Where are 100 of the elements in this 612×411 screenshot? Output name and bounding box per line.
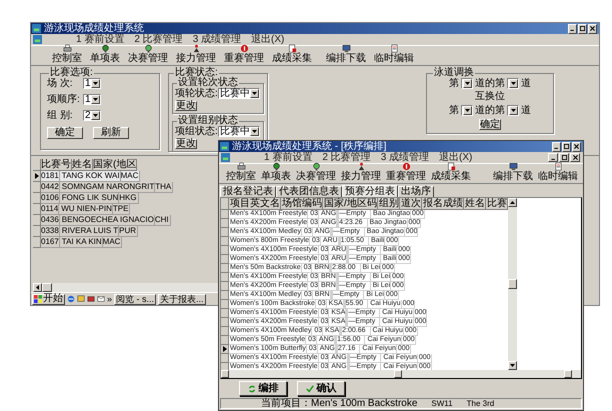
scroll-thumb[interactable] [42,283,52,292]
tab[interactable]: 预赛分组表 [342,185,398,197]
column-header[interactable]: 组别 [378,198,400,210]
scroll-thumb[interactable] [508,279,517,289]
dropdown[interactable]: 比赛中 [218,126,260,137]
toolbar-button[interactable]: 重赛管理 [223,44,265,64]
tab[interactable]: 出场序 [398,186,434,197]
toolbar-button[interactable]: 重赛管理 [385,162,427,182]
scrollbar[interactable] [221,370,581,378]
dropdown[interactable]: 1 [83,94,101,105]
dropdown[interactable] [461,78,473,89]
table-cell: FONG LIK SUN [60,193,120,204]
menu-item[interactable]: 2 比赛管理 [322,152,371,162]
toolbar-button[interactable]: 决赛管理 [295,162,337,182]
tab[interactable]: 代表团信息表 [276,186,342,197]
table-cell: CHI [154,215,171,226]
table-cell: 0338 [41,226,60,237]
field-label: 道 [521,106,531,116]
menu-item[interactable]: 1 赛前设置 [76,34,124,44]
browser-icon[interactable] [67,295,75,303]
toolbar-button[interactable]: 控制室 [51,44,83,64]
scroll-right-button[interactable] [564,370,572,378]
toolbar-button[interactable]: 接力管理 [340,162,382,182]
toolbar-button[interactable]: 控制室 [225,162,257,182]
dropdown[interactable]: 2 [83,110,101,121]
table-cell: BENGOECHEA IGNACIO [60,215,155,226]
mail-icon[interactable] [97,295,105,303]
toolbar-button[interactable]: 决赛管理 [127,44,169,64]
toolbar-button[interactable]: 接力管理 [175,44,217,64]
app-icon [220,142,229,151]
button[interactable]: 更改 [175,101,197,111]
close-button[interactable] [572,142,581,152]
column-header[interactable]: 道次 [400,198,422,210]
confirm-button[interactable]: 确认 [297,381,345,396]
menu-item[interactable]: 2 比赛管理 [134,34,183,44]
minimize-button[interactable] [552,142,561,152]
start-button[interactable]: 开始 [32,294,65,304]
arrange-button[interactable]: 编排 [239,381,287,396]
maximize-button[interactable] [578,24,587,34]
field-label: 道的第 [475,78,505,88]
button[interactable]: 确定 [479,119,501,130]
field-label: 第 [449,78,459,88]
toolbar-button[interactable]: 临时编辑 [373,44,415,64]
row-header[interactable] [33,171,41,182]
taskbar-button[interactable]: 关于报表... [158,294,206,304]
table-cell: RIVERA LUIS T [60,226,120,237]
column-header[interactable]: 报名成绩 [422,198,464,210]
lamp-icon [272,162,280,171]
toolbar-button[interactable]: 成绩采集 [271,44,313,64]
field-label: 第 [449,106,459,116]
column-header[interactable]: 场馆编码 [281,198,323,210]
scroll-left-button[interactable] [221,370,229,378]
dropdown[interactable] [461,105,473,116]
field-label: 场 次: [47,78,74,88]
minimize-button[interactable] [568,24,577,34]
row-header[interactable] [221,345,229,354]
menu-item[interactable]: 退出(X) [251,34,284,44]
button[interactable]: 更改 [175,139,197,149]
menu-item[interactable]: 退出(X) [439,152,472,162]
toolbar-button[interactable]: 单项表 [89,44,121,64]
toolbar-button[interactable]: 临时编辑 [537,162,579,182]
app-icon [33,35,42,44]
check-icon [306,384,314,392]
field-label: 项顺序: [47,94,81,104]
lamp-icon [100,44,110,53]
menu-item[interactable]: 3 成绩管理 [380,152,430,162]
overflow-chevron[interactable]: » [107,294,112,304]
scrollbar[interactable] [33,283,221,292]
dropdown[interactable]: 1 [83,78,101,89]
table-cell: WU NIEN-PIN [59,204,113,215]
toolbar-button[interactable]: 编排下载 [325,44,367,64]
close-button[interactable] [588,24,597,34]
table-cell: MAC [102,237,122,248]
up-arrow-icon [510,201,515,204]
toolbar-button[interactable]: 成绩采集 [430,162,472,182]
table-cell: PUR [119,226,138,237]
menu-item[interactable]: 1 赛前设置 [264,152,312,162]
table-cell: TAI KA KIN [60,237,103,248]
scroll-thumb[interactable] [394,370,402,378]
scrollbar[interactable] [508,198,517,370]
figure-icon [192,44,200,53]
minimize-button[interactable] [548,153,558,162]
channel-icon[interactable] [87,295,95,303]
toolbar-button[interactable]: 编排下载 [492,162,534,182]
menu-item[interactable]: 3 成绩管理 [192,34,242,44]
dropdown[interactable] [507,105,519,116]
caret-icon [92,98,98,101]
toolbar-button[interactable]: 单项表 [260,162,292,182]
button[interactable]: 刷新 [93,127,129,139]
desktop-icon[interactable] [77,295,85,303]
field-label: 项组状态: [175,126,218,136]
dropdown[interactable]: 比赛中 [218,88,260,99]
button[interactable]: 确定 [47,127,83,139]
table-cell: 0167 [41,237,60,248]
close-button[interactable] [570,153,580,162]
tab[interactable]: 报名登记表 [220,186,276,197]
taskbar-button[interactable]: 阅览 - s... [114,294,156,304]
dropdown[interactable] [507,78,519,89]
column-header[interactable]: 姓名 [464,198,486,210]
column-header[interactable]: 姓名 [72,159,93,171]
